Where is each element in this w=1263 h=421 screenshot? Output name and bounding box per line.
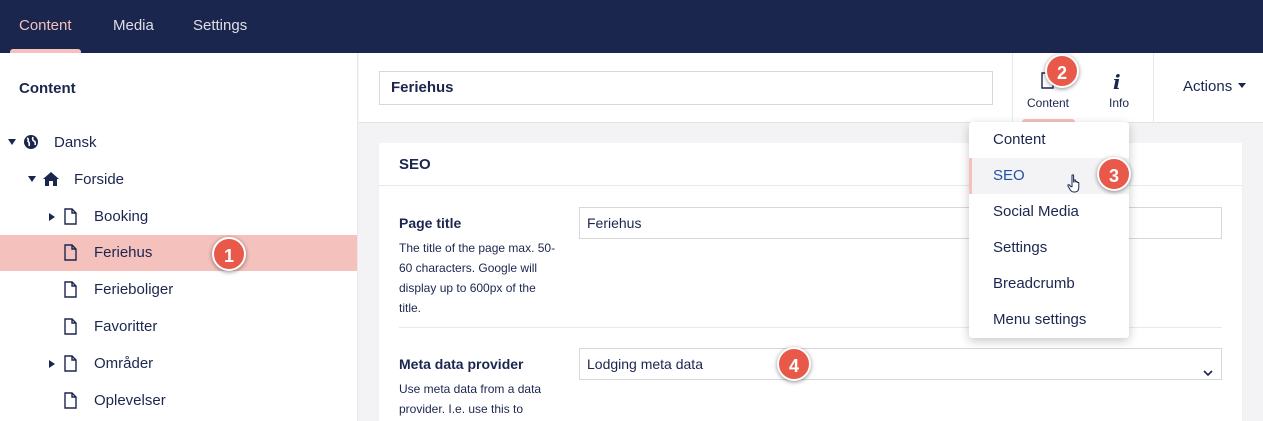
caret-right-icon[interactable]: [49, 360, 55, 368]
select-value: Lodging meta data: [587, 356, 703, 372]
step-badge-3: 3: [1097, 157, 1131, 191]
property-label-page-title: Page title: [399, 215, 462, 231]
tree-item-omrader[interactable]: Områder: [0, 346, 357, 382]
actions-label: Actions: [1183, 78, 1233, 95]
tree-item-label: Ferieboliger: [94, 281, 174, 298]
step-badge-4: 4: [777, 347, 811, 381]
caret-down-icon: [1238, 83, 1247, 88]
tree-item-label: Feriehus: [94, 244, 153, 261]
property-description-page-title: The title of the page max. 50-60 charact…: [399, 241, 556, 315]
info-icon: i: [1113, 70, 1121, 94]
document-icon: [64, 318, 77, 338]
tree-item-oplevelser[interactable]: Oplevelser: [0, 383, 357, 419]
tree-item-label: Dansk: [54, 134, 97, 151]
menu-item-content[interactable]: Content: [969, 122, 1129, 158]
tab-content-label: Content: [19, 17, 72, 34]
caret-down-icon[interactable]: [8, 139, 16, 145]
tree-item-ferieboliger[interactable]: Ferieboliger: [0, 272, 357, 308]
menu-item-social-media[interactable]: Social Media: [969, 194, 1129, 230]
content-tree-sidebar: Content Dansk Forside Booking Feriehus F…: [0, 53, 358, 421]
tree-item-label: Booking: [94, 208, 149, 225]
tree-item-feriehus[interactable]: Feriehus: [0, 235, 357, 271]
app-button-label: Content: [1026, 96, 1070, 110]
top-navigation: Content Media Settings: [0, 0, 1263, 53]
chevron-down-icon: [1203, 358, 1213, 388]
document-icon: [64, 392, 77, 412]
actions-button[interactable]: Actions: [1183, 78, 1247, 95]
tab-content[interactable]: Content: [10, 0, 81, 53]
content-groups-dropdown: Content SEO Social Media Settings Breadc…: [969, 122, 1129, 338]
panel-title: SEO: [399, 156, 431, 173]
caret-right-icon[interactable]: [49, 213, 55, 221]
step-badge-1: 1: [212, 237, 246, 271]
sidebar-title: Content: [19, 80, 76, 97]
home-icon: [42, 171, 60, 190]
caret-down-icon[interactable]: [28, 176, 36, 182]
tree-item-label: Favoritter: [94, 318, 158, 335]
tab-settings[interactable]: Settings: [193, 0, 247, 53]
step-badge-2: 2: [1045, 54, 1079, 88]
document-icon: [64, 281, 77, 301]
document-icon: [64, 208, 77, 228]
tree-item-label: Forside: [74, 171, 125, 188]
tab-settings-label: Settings: [193, 17, 248, 34]
tree-item-label: Områder: [94, 355, 154, 372]
pointer-hand-icon: [1067, 174, 1083, 197]
app-button-label: Info: [1108, 96, 1129, 110]
menu-item-menu-settings[interactable]: Menu settings: [969, 302, 1129, 338]
property-description-meta-data-provider: Use meta data from a data provider. I.e.…: [399, 382, 542, 416]
property-label-meta-data-provider: Meta data provider: [399, 356, 524, 372]
node-name-input[interactable]: Feriehus: [379, 71, 993, 105]
meta-data-provider-select[interactable]: Lodging meta data: [579, 348, 1222, 380]
document-icon: [64, 355, 77, 375]
divider: [1153, 53, 1154, 123]
tab-media[interactable]: Media: [113, 0, 154, 53]
tree-item-favoritter[interactable]: Favoritter: [0, 309, 357, 345]
tree-item-dansk[interactable]: Dansk: [0, 125, 357, 161]
tree-item-label: Oplevelser: [94, 392, 166, 409]
tree-item-booking[interactable]: Booking: [0, 199, 357, 235]
app-button-info[interactable]: i Info: [1084, 53, 1154, 123]
menu-item-settings[interactable]: Settings: [969, 230, 1129, 266]
menu-item-breadcrumb[interactable]: Breadcrumb: [969, 266, 1129, 302]
globe-icon: [23, 134, 39, 153]
tree-item-forside[interactable]: Forside: [0, 162, 357, 198]
editor-header: Feriehus Content i Info Actions: [359, 53, 1263, 123]
tab-media-label: Media: [113, 17, 154, 34]
document-icon: [64, 244, 77, 264]
